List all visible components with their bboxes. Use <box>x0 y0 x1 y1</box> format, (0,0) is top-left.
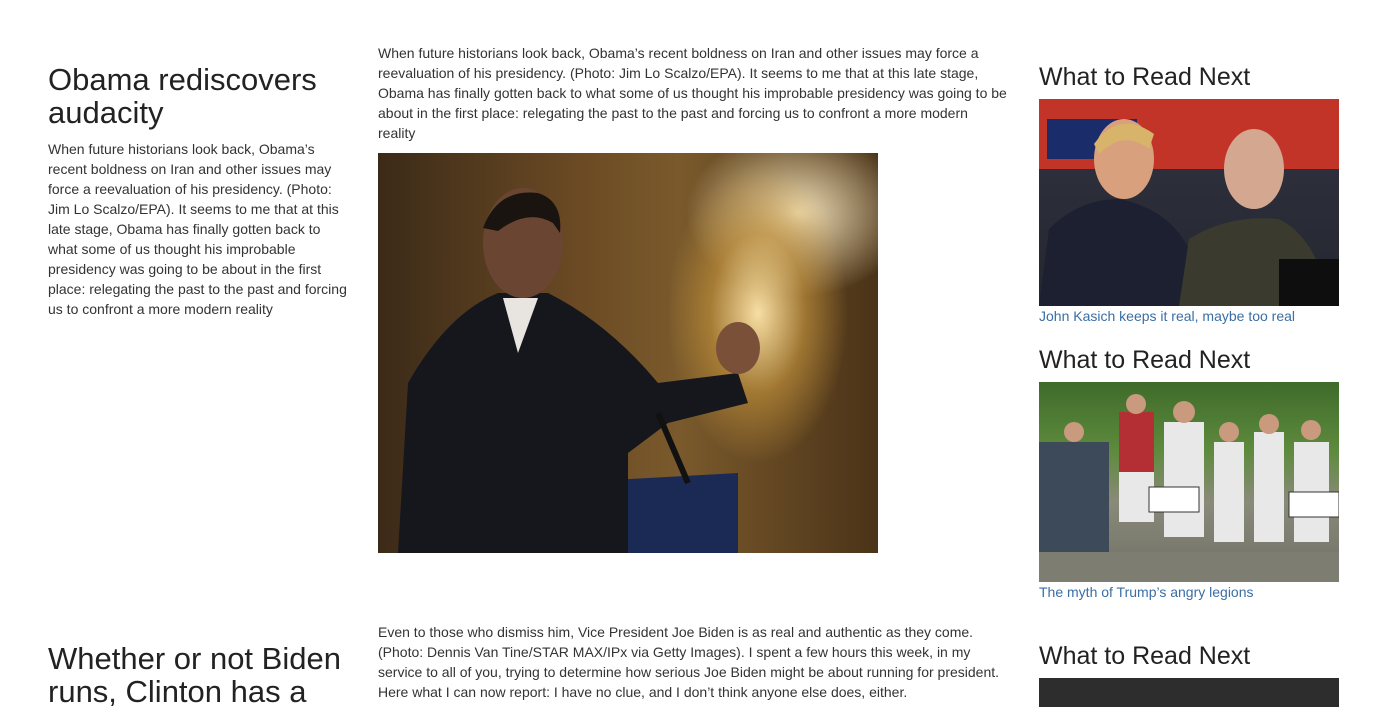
press-conference-illustration <box>1039 99 1339 306</box>
obama-silhouette <box>398 188 760 553</box>
crowd-illustration <box>1039 394 1339 582</box>
read-next-link-trump-legions[interactable]: The myth of Trump’s angry legions <box>1039 582 1254 602</box>
obama-speech-photo[interactable] <box>378 153 878 553</box>
story-2-headline[interactable]: Whether or not Biden runs, Clinton has a <box>48 642 348 708</box>
story-1-body: When future historians look back, Obama’… <box>378 45 1007 141</box>
story-2-body: Even to those who dismiss him, Vice Pres… <box>378 624 1000 700</box>
read-next-photo[interactable] <box>1039 678 1339 707</box>
read-next-heading: What to Read Next <box>1039 642 1251 670</box>
read-next-heading: What to Read Next <box>1039 346 1251 374</box>
story-1-headline[interactable]: Obama rediscovers audacity <box>48 63 338 129</box>
trump-press-photo[interactable] <box>1039 99 1339 306</box>
read-next-link-kasich[interactable]: John Kasich keeps it real, maybe too rea… <box>1039 306 1295 326</box>
story-1-summary: When future historians look back, Obama’… <box>48 141 347 317</box>
read-next-heading: What to Read Next <box>1039 63 1251 91</box>
trump-crowd-photo[interactable] <box>1039 382 1339 582</box>
